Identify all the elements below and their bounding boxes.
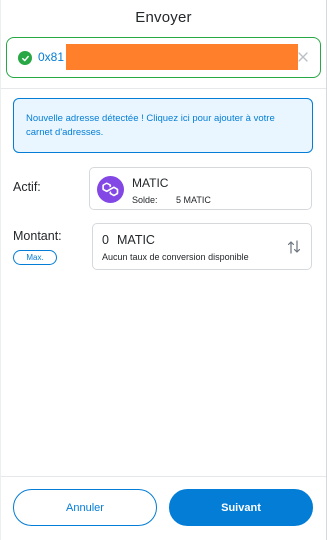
redacted-address-block [66,44,298,70]
amount-label: Montant: [13,229,62,243]
send-screen: Envoyer 0x81 Nouvelle adresse détectée !… [0,0,327,540]
header: Envoyer [1,0,326,34]
notice-text: Nouvelle adresse détectée ! Cliquez ici … [26,113,275,138]
divider [1,88,326,89]
balance-value: 5 MATIC [176,195,211,205]
new-address-notice[interactable]: Nouvelle adresse détectée ! Cliquez ici … [13,98,313,153]
check-circle-icon [18,51,32,65]
cancel-button[interactable]: Annuler [13,489,157,526]
balance-label: Solde: [132,195,158,205]
close-icon[interactable] [295,49,311,65]
asset-selector[interactable]: MATIC Solde: 5 MATIC [89,167,312,210]
amount-input[interactable]: 0 MATIC Aucun taux de conversion disponi… [92,223,312,270]
footer-divider [1,476,326,477]
next-button[interactable]: Suivant [169,489,313,526]
amount-value[interactable]: 0 [102,233,109,247]
asset-name: MATIC [132,176,169,190]
conversion-note: Aucun taux de conversion disponible [102,252,249,262]
amount-unit: MATIC [117,233,155,247]
matic-logo-icon [97,176,124,203]
recipient-address-text: 0x81 [38,50,65,64]
max-button[interactable]: Max. [13,250,57,265]
recipient-address-field[interactable]: 0x81 [6,37,321,78]
asset-label: Actif: [13,180,41,194]
swap-arrows-icon[interactable] [287,239,301,255]
page-title: Envoyer [135,8,192,26]
